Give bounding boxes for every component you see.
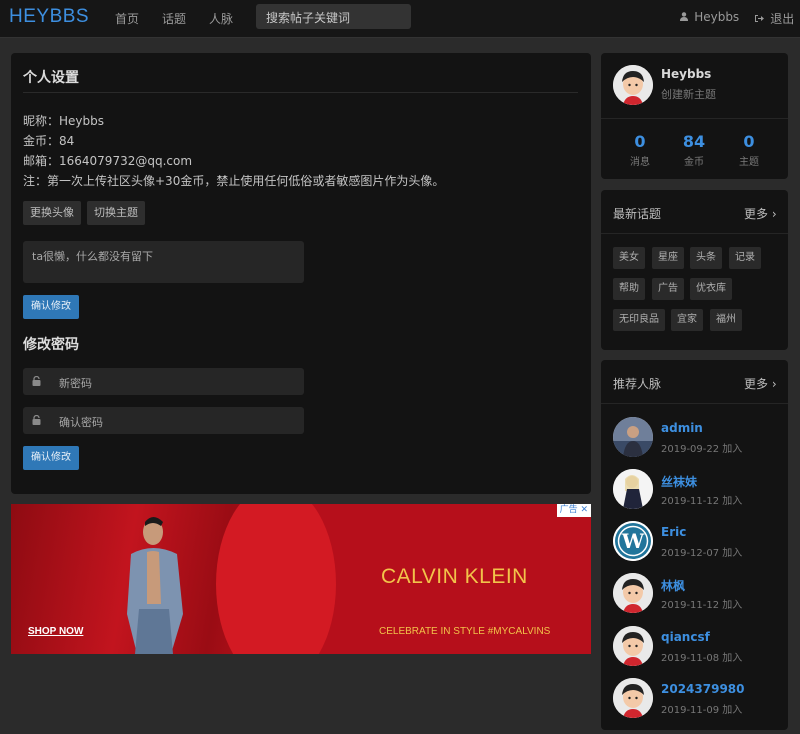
confirm-password-input[interactable]: 确认密码 bbox=[23, 407, 304, 434]
svg-text:W: W bbox=[621, 529, 645, 553]
lock-icon bbox=[32, 375, 41, 386]
user-name-link[interactable]: 2024379980 bbox=[661, 682, 745, 696]
nickname-text: 昵称：Heybbs bbox=[23, 114, 104, 128]
user-join-date: 2019-09-22 加入 bbox=[661, 444, 743, 455]
settings-title: 个人设置 bbox=[23, 70, 79, 86]
stat-messages-label: 消息 bbox=[630, 157, 650, 168]
topic-tag[interactable]: 无印良品 bbox=[613, 309, 665, 331]
settings-divider bbox=[23, 92, 578, 93]
confirm-profile-button[interactable]: 确认修改 bbox=[23, 295, 79, 319]
user-avatar-admin[interactable] bbox=[613, 417, 653, 457]
ad-badge-label: 广告 bbox=[559, 505, 578, 515]
user-avatar-default[interactable] bbox=[613, 678, 653, 718]
latest-topics-more-label: 更多 bbox=[744, 207, 769, 221]
stat-messages-value[interactable]: 0 bbox=[610, 132, 670, 151]
user-avatar-default[interactable] bbox=[613, 626, 653, 666]
change-theme-button[interactable]: 切换主题 bbox=[87, 201, 145, 225]
ad-tagline: CELEBRATE IN STYLE #MYCALVINS bbox=[379, 626, 551, 637]
user-avatar-default[interactable] bbox=[613, 573, 653, 613]
topic-tag[interactable]: 广告 bbox=[652, 278, 684, 300]
stat-topics-value[interactable]: 0 bbox=[719, 132, 779, 151]
user-join-date: 2019-11-12 加入 bbox=[661, 600, 743, 611]
stat-coins-value[interactable]: 84 bbox=[664, 132, 724, 151]
avatar-note: 注：第一次上传社区头像+30金币，禁止使用任何低俗或者敏感图片作为头像。 bbox=[23, 174, 445, 188]
ad-decor-arc bbox=[216, 504, 336, 654]
create-topic-link[interactable]: 创建新主题 bbox=[661, 86, 716, 102]
people-more-label: 更多 bbox=[744, 377, 769, 391]
topic-tag[interactable]: 帮助 bbox=[613, 278, 645, 300]
people-title: 推荐人脉 bbox=[613, 377, 662, 391]
user-join-date: 2019-11-09 加入 bbox=[661, 705, 743, 716]
people-more-link[interactable]: 更多 › bbox=[744, 375, 777, 392]
topic-tag[interactable]: 优衣库 bbox=[690, 278, 732, 300]
nav-topics[interactable]: 话题 bbox=[162, 10, 186, 27]
topic-tag[interactable]: 美女 bbox=[613, 247, 645, 269]
user-name-link[interactable]: qiancsf bbox=[661, 630, 710, 644]
topic-tag[interactable]: 宜家 bbox=[671, 309, 703, 331]
email-text: 邮箱：1664079732@qq.com bbox=[23, 154, 193, 168]
user-name-link[interactable]: 林枫 bbox=[661, 577, 685, 594]
change-avatar-button[interactable]: 更换头像 bbox=[23, 201, 81, 225]
user-name-link[interactable]: 丝袜妹 bbox=[661, 473, 697, 490]
top-navbar: HEYBBS 首页 话题 人脉 搜索帖子关键词 Heybbs 退出 bbox=[0, 0, 800, 38]
password-title: 修改密码 bbox=[23, 337, 79, 353]
user-name-link[interactable]: admin bbox=[661, 421, 703, 435]
topic-tag[interactable]: 头条 bbox=[690, 247, 722, 269]
user-join-date: 2019-12-07 加入 bbox=[661, 548, 743, 559]
coins-text: 金币：84 bbox=[23, 134, 75, 148]
ad-brand-text: CALVIN KLEIN bbox=[381, 565, 528, 588]
nav-home[interactable]: 首页 bbox=[115, 10, 139, 27]
wordpress-logo-icon[interactable]: W bbox=[613, 521, 653, 561]
confirm-password-placeholder: 确认密码 bbox=[59, 416, 103, 429]
user-menu-link[interactable]: Heybbs bbox=[680, 10, 739, 24]
topic-tag[interactable]: 福州 bbox=[710, 309, 742, 331]
logout-icon bbox=[754, 15, 767, 26]
stat-coins-label: 金币 bbox=[684, 157, 704, 168]
new-password-input[interactable]: 新密码 bbox=[23, 368, 304, 395]
bio-textarea[interactable]: ta很懒，什么都没有留下 bbox=[23, 241, 304, 283]
logout-link[interactable]: 退出 bbox=[754, 10, 794, 27]
logout-label: 退出 bbox=[770, 12, 795, 26]
chevron-right-icon: › bbox=[771, 207, 777, 221]
ad-badge[interactable]: 广告 ✕ bbox=[556, 504, 591, 517]
ad-shop-now-link[interactable]: SHOP NOW bbox=[28, 626, 83, 637]
close-icon[interactable]: ✕ bbox=[580, 505, 588, 515]
people-divider bbox=[601, 403, 788, 404]
user-join-date: 2019-11-08 加入 bbox=[661, 653, 743, 664]
profile-name[interactable]: Heybbs bbox=[661, 67, 711, 81]
topic-tag[interactable]: 星座 bbox=[652, 247, 684, 269]
site-logo[interactable]: HEYBBS bbox=[9, 6, 89, 28]
new-password-placeholder: 新密码 bbox=[59, 377, 92, 390]
latest-topics-more-link[interactable]: 更多 › bbox=[744, 205, 777, 222]
profile-avatar[interactable] bbox=[613, 65, 653, 105]
chevron-right-icon: › bbox=[771, 377, 777, 391]
user-avatar-sister[interactable] bbox=[613, 469, 653, 509]
latest-topics-title: 最新话题 bbox=[613, 207, 662, 221]
profile-divider bbox=[601, 118, 788, 119]
user-name-link[interactable]: Eric bbox=[661, 525, 686, 539]
topics-divider bbox=[601, 233, 788, 234]
user-join-date: 2019-11-12 加入 bbox=[661, 496, 743, 507]
nav-network[interactable]: 人脉 bbox=[209, 10, 233, 27]
user-name-label: Heybbs bbox=[694, 10, 740, 24]
ad-banner[interactable]: SHOP NOW CALVIN KLEIN CELEBRATE IN STYLE… bbox=[11, 504, 591, 654]
user-icon bbox=[680, 12, 691, 24]
confirm-password-button[interactable]: 确认修改 bbox=[23, 446, 79, 470]
ad-model-figure bbox=[127, 517, 183, 654]
topic-tag[interactable]: 记录 bbox=[729, 247, 761, 269]
search-input[interactable]: 搜索帖子关键词 bbox=[256, 4, 411, 29]
stat-topics-label: 主题 bbox=[739, 157, 759, 168]
lock-icon bbox=[32, 414, 41, 425]
